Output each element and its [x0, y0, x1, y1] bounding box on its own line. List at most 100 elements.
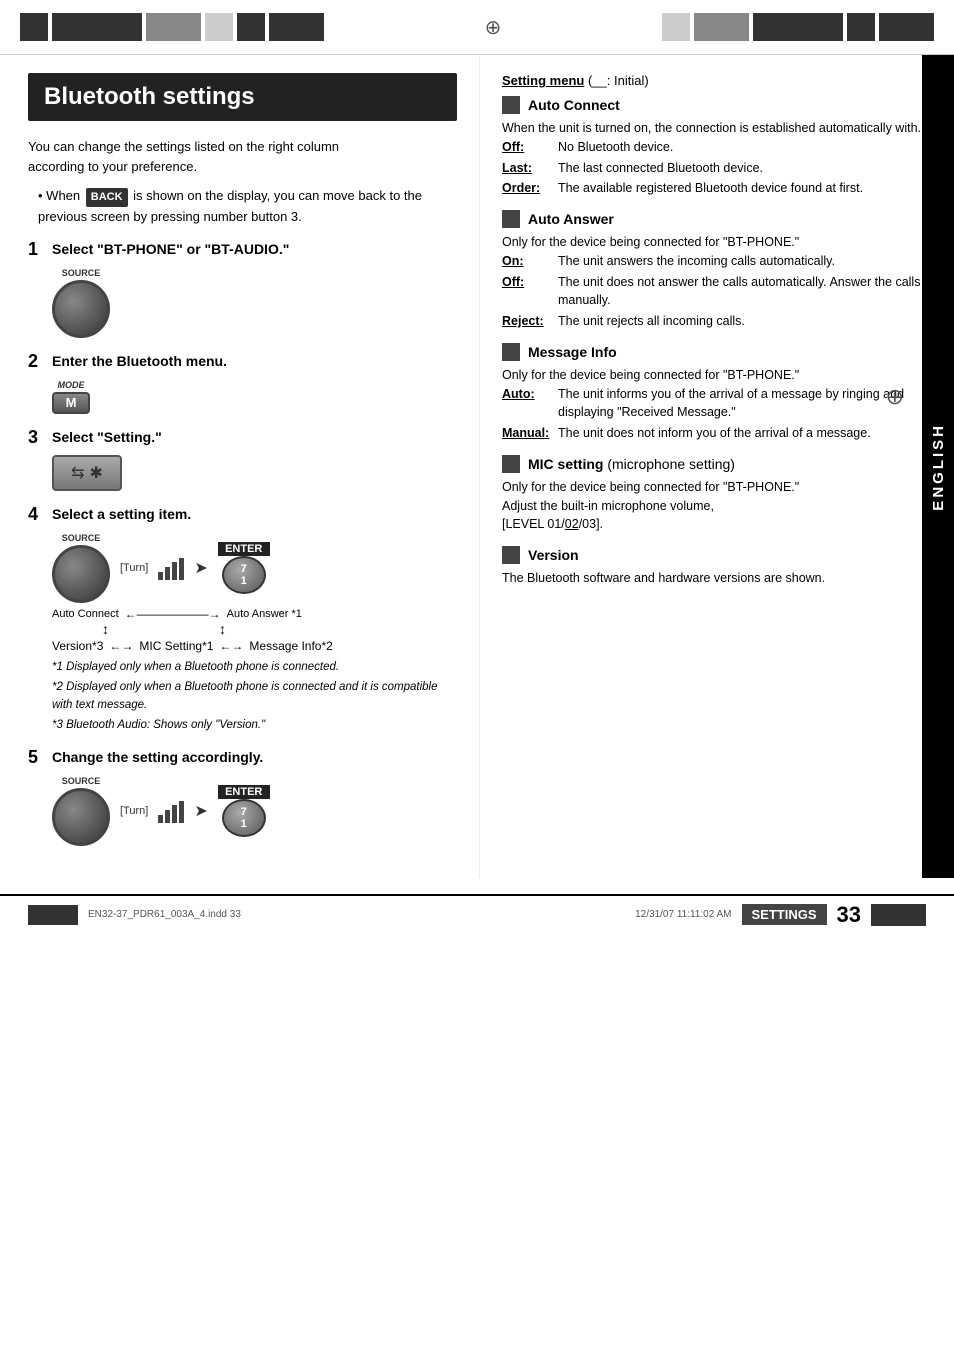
- footer-left: EN32-37_PDR61_003A_4.indd 33: [88, 909, 241, 920]
- bar-3: [172, 562, 177, 580]
- menu-message-info: Message Info*2: [249, 639, 332, 653]
- step-2: 2 Enter the Bluetooth menu. MODE M: [28, 352, 457, 414]
- setting-menu-title: Setting menu (__: Initial): [502, 73, 936, 88]
- step-2-num: 2: [28, 352, 46, 372]
- step-1-source-label: SOURCE: [52, 268, 110, 278]
- step-2-mode-btn[interactable]: M: [52, 392, 90, 414]
- english-sidebar: ENGLISH: [922, 55, 954, 878]
- setting-icon-left: ⇆: [71, 463, 84, 483]
- auto-connect-opt-0: Off: No Bluetooth device.: [502, 138, 936, 157]
- notes: *1 Displayed only when a Bluetooth phone…: [52, 659, 457, 734]
- step-5-enter-btn[interactable]: 71: [222, 799, 266, 837]
- message-info-body: Only for the device being connected for …: [502, 366, 936, 443]
- step-4-source-label: SOURCE: [52, 533, 110, 543]
- auto-answer-opt-1: Off: The unit does not answer the calls …: [502, 273, 936, 311]
- step-5-knob-group: SOURCE: [52, 776, 110, 846]
- step-2-mode-group: MODE M: [52, 380, 90, 414]
- step-4-enter-btn[interactable]: 71: [222, 556, 266, 594]
- auto-answer-body: Only for the device being connected for …: [502, 233, 936, 331]
- step-3-setting-btn[interactable]: ⇆ ✱: [52, 455, 122, 491]
- mic-setting-body: Only for the device being connected for …: [502, 478, 936, 534]
- auto-connect-opt-2: Order: The available registered Bluetoot…: [502, 179, 936, 198]
- compass-icon: ⊕: [485, 15, 502, 40]
- step-5-turn-label: [Turn]: [120, 805, 148, 817]
- section-auto-connect: Auto Connect When the unit is turned on,…: [502, 96, 936, 198]
- strip-rect-5: [237, 13, 265, 41]
- bar-2: [165, 567, 170, 580]
- message-info-opt-1: Manual: The unit does not inform you of …: [502, 424, 936, 443]
- step-3-title: Select "Setting.": [52, 428, 162, 446]
- back-badge: BACK: [86, 188, 128, 207]
- footer-right: 12/31/07 11:11:02 AM: [635, 909, 731, 920]
- step-5-knob[interactable]: [52, 788, 110, 846]
- menu-arrow-h-2: ←→: [109, 639, 133, 653]
- left-column: Bluetooth settings You can change the se…: [0, 55, 480, 878]
- strip-rect-3: [146, 13, 201, 41]
- section-auto-connect-header: Auto Connect: [502, 96, 936, 114]
- strip-rect-r3: [753, 13, 843, 41]
- step-1: 1 Select "BT-PHONE" or "BT-AUDIO." SOURC…: [28, 240, 457, 338]
- step-2-title: Enter the Bluetooth menu.: [52, 352, 227, 370]
- auto-answer-opt-0: On: The unit answers the incoming calls …: [502, 252, 936, 271]
- step-4: 4 Select a setting item. SOURCE [Turn] ➤: [28, 505, 457, 734]
- section-block-4: [502, 455, 520, 473]
- step-1-graphic: SOURCE: [52, 268, 457, 338]
- note-1: *1 Displayed only when a Bluetooth phone…: [52, 659, 457, 676]
- setting-menu-label: Setting menu: [502, 73, 584, 88]
- step-5-bars: [158, 799, 184, 823]
- step-3: 3 Select "Setting." ⇆ ✱: [28, 428, 457, 492]
- section-mic-setting: MIC setting (microphone setting) Only fo…: [502, 455, 936, 534]
- top-strip: ⊕: [0, 0, 954, 55]
- step-1-knob[interactable]: [52, 280, 110, 338]
- section-block-5: [502, 546, 520, 564]
- step-4-enter-badge: ENTER: [218, 542, 270, 556]
- menu-auto-connect: Auto Connect: [52, 608, 119, 620]
- menu-version: Version*3: [52, 639, 103, 653]
- strip-rect-r1: [662, 13, 690, 41]
- message-info-opt-0: Auto: The unit informs you of the arriva…: [502, 385, 936, 423]
- strip-rect-r4: [847, 13, 875, 41]
- step-2-mode-label: MODE: [52, 380, 90, 390]
- step-1-title: Select "BT-PHONE" or "BT-AUDIO.": [52, 240, 289, 258]
- strip-rect-6: [269, 13, 324, 41]
- step-5-enter-badge: ENTER: [218, 785, 270, 799]
- menu-down-arrow-2: ↕: [219, 621, 226, 637]
- bar-4: [179, 558, 184, 580]
- menu-arrow-h-1: ←——————→: [125, 607, 221, 621]
- menu-diagram-row2: Version*3 ←→ MIC Setting*1 ←→ Message In…: [52, 639, 457, 653]
- step-4-header: 4 Select a setting item.: [28, 505, 457, 525]
- step-5-graphic: SOURCE [Turn] ➤ ENTER 71: [52, 776, 457, 846]
- section-mic-setting-header: MIC setting (microphone setting): [502, 455, 936, 473]
- message-info-title: Message Info: [528, 344, 617, 360]
- setting-icon-right: ✱: [90, 463, 103, 483]
- section-auto-answer: Auto Answer Only for the device being co…: [502, 210, 936, 331]
- step5-bar-4: [179, 801, 184, 823]
- section-block-3: [502, 343, 520, 361]
- section-message-info-header: Message Info: [502, 343, 936, 361]
- bottom-strip-left: [28, 905, 78, 925]
- page-title: Bluetooth settings: [28, 73, 457, 121]
- english-label: ENGLISH: [930, 423, 947, 511]
- menu-col-1: Auto Connect: [52, 608, 119, 620]
- strip-rect-2: [52, 13, 142, 41]
- step-4-enter-group: ENTER 71: [218, 542, 270, 594]
- step-5-num: 5: [28, 748, 46, 768]
- step-4-title: Select a setting item.: [52, 505, 191, 523]
- step-4-arrow: ➤: [194, 558, 207, 578]
- step-1-knob-group: SOURCE: [52, 268, 110, 338]
- strip-left: [20, 13, 324, 41]
- auto-answer-opt-2: Reject: The unit rejects all incoming ca…: [502, 312, 936, 331]
- step5-bar-2: [165, 810, 170, 823]
- step-5-source-label: SOURCE: [52, 776, 110, 786]
- step-4-knob[interactable]: [52, 545, 110, 603]
- strip-right: [662, 13, 934, 41]
- section-auto-answer-header: Auto Answer: [502, 210, 936, 228]
- step-2-graphic: MODE M: [52, 380, 457, 414]
- step-1-header: 1 Select "BT-PHONE" or "BT-AUDIO.": [28, 240, 457, 260]
- version-title: Version: [528, 547, 579, 563]
- page-number: 33: [837, 902, 861, 928]
- bottom-right-group: 12/31/07 11:11:02 AM SETTINGS 33: [635, 902, 926, 928]
- step-3-graphic: ⇆ ✱: [52, 455, 457, 491]
- mic-setting-title: MIC setting (microphone setting): [528, 456, 735, 472]
- note-3: *3 Bluetooth Audio: Shows only "Version.…: [52, 717, 457, 734]
